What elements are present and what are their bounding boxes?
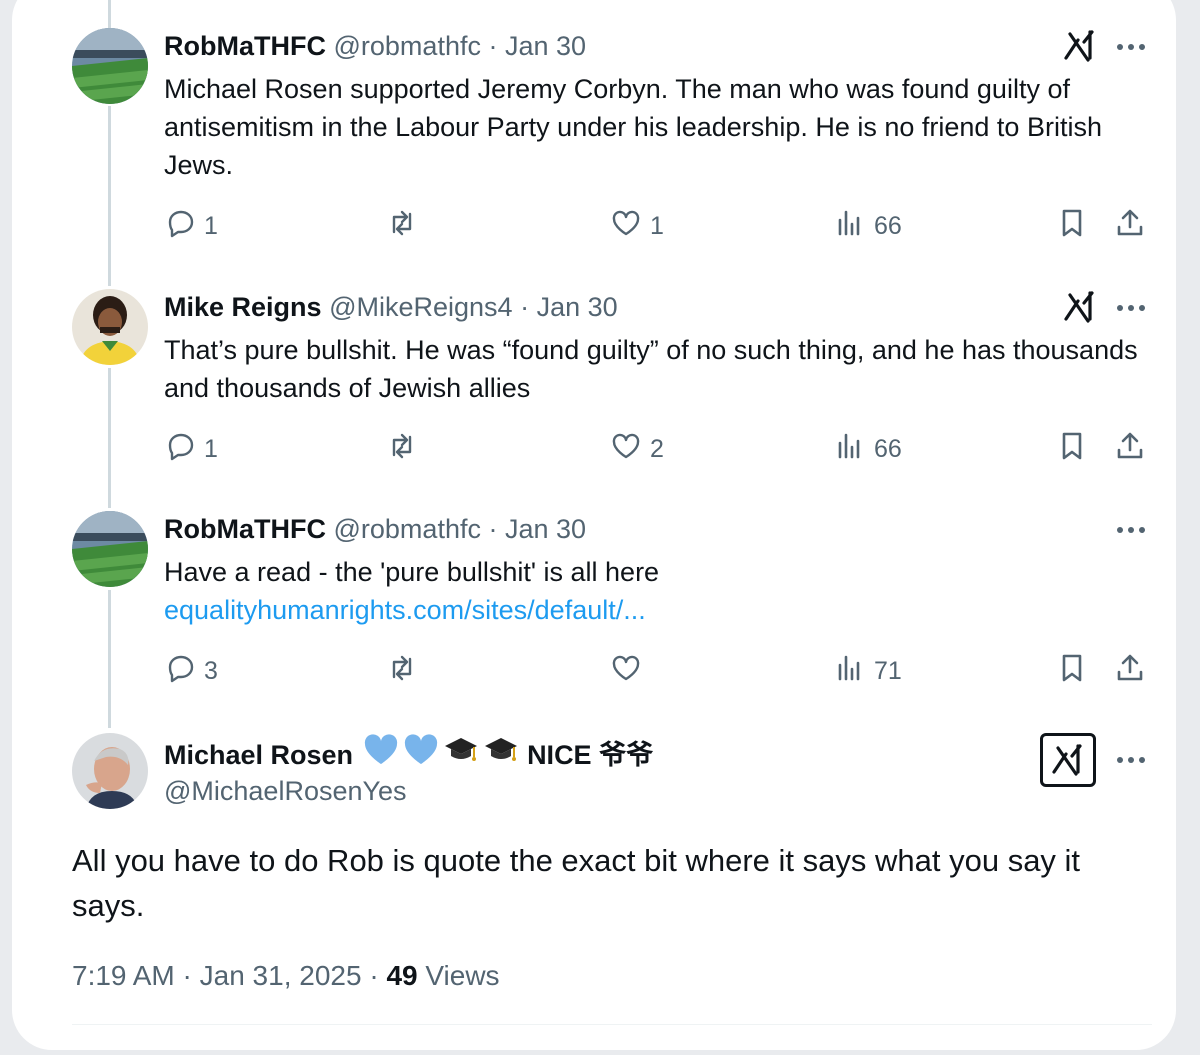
views-button[interactable]: 66	[834, 206, 902, 246]
more-icon[interactable]	[1114, 743, 1148, 777]
views-icon	[834, 430, 866, 469]
view-count: 71	[874, 656, 902, 685]
author-name[interactable]: Michael Rosen	[164, 737, 353, 773]
view-count: 66	[874, 434, 902, 463]
main-tweet-text: All you have to do Rob is quote the exac…	[72, 843, 1081, 923]
share-icon	[1114, 430, 1146, 469]
repost-icon	[386, 207, 418, 246]
tweet-text: That’s pure bullshit. He was “found guil…	[164, 335, 1138, 403]
tweet-time[interactable]: 7:19 AM	[72, 960, 175, 991]
author-handle[interactable]: @MichaelRosenYes	[164, 774, 407, 808]
share-button[interactable]	[1114, 429, 1146, 469]
main-tweet-meta: 7:19 AM · Jan 31, 2025 · 49 Views	[72, 958, 500, 994]
tweet-actions: 3 71	[164, 651, 1154, 691]
grok-icon[interactable]	[1062, 28, 1098, 64]
reply-icon	[164, 430, 196, 469]
author-handle[interactable]: @robmathfc	[334, 514, 481, 544]
share-icon	[1114, 207, 1146, 246]
tweet-header: Mike Reigns @MikeReigns4 · Jan 30	[164, 290, 618, 324]
views-button[interactable]: 66	[834, 429, 902, 469]
repost-button[interactable]	[386, 206, 426, 246]
reply-button[interactable]: 3	[164, 651, 218, 691]
tweet-text: Have a read - the 'pure bullshit' is all…	[164, 553, 1154, 629]
divider	[72, 1024, 1152, 1025]
tweet-actions: 1 1 66	[164, 206, 1154, 246]
author-name[interactable]: RobMaTHFC	[164, 514, 326, 544]
like-icon	[610, 207, 642, 246]
repost-icon	[386, 430, 418, 469]
separator: ·	[520, 292, 530, 322]
tweet-link[interactable]: equalityhumanrights.com/sites/default/..…	[164, 591, 1154, 629]
grok-icon[interactable]	[1040, 733, 1096, 787]
grok-icon[interactable]	[1062, 289, 1098, 325]
separator: ·	[488, 31, 498, 61]
tweet-header: RobMaTHFC @robmathfc · Jan 30	[164, 29, 586, 63]
avatar[interactable]	[72, 28, 148, 104]
thread-connector	[108, 590, 111, 728]
thread-connector	[108, 106, 111, 286]
reply-count: 1	[204, 211, 218, 240]
tweet-date[interactable]: Jan 30	[505, 31, 586, 61]
reply-button[interactable]: 1	[164, 206, 218, 246]
views-count: 49	[386, 960, 418, 991]
views-icon	[834, 207, 866, 246]
author-name-suffix: NICE 爷爷	[527, 739, 654, 770]
bookmark-icon	[1056, 652, 1088, 691]
more-icon[interactable]	[1114, 30, 1148, 64]
repost-icon	[386, 652, 418, 691]
like-button[interactable]	[610, 651, 650, 691]
graduation-cap-icon	[483, 734, 519, 775]
views-button[interactable]: 71	[834, 651, 902, 691]
tweet-actions: 1 2 66	[164, 429, 1154, 469]
blue-heart-icon	[403, 734, 439, 775]
like-count: 1	[650, 211, 664, 240]
more-icon[interactable]	[1114, 513, 1148, 547]
share-button[interactable]	[1114, 206, 1146, 246]
bookmark-button[interactable]	[1056, 429, 1088, 469]
like-button[interactable]: 1	[610, 206, 664, 246]
tweet-date[interactable]: Jan 30	[537, 292, 618, 322]
avatar[interactable]	[72, 511, 148, 587]
author-name[interactable]: RobMaTHFC	[164, 31, 326, 61]
like-icon	[610, 430, 642, 469]
view-count: 66	[874, 211, 902, 240]
tweet-date[interactable]: Jan 31, 2025	[200, 960, 362, 991]
bookmark-icon	[1056, 430, 1088, 469]
share-button[interactable]	[1114, 651, 1146, 691]
reply-icon	[164, 207, 196, 246]
separator: ·	[488, 514, 498, 544]
reply-count: 1	[204, 434, 218, 463]
avatar[interactable]	[72, 289, 148, 365]
avatar[interactable]	[72, 733, 148, 809]
tweet-header: RobMaTHFC @robmathfc · Jan 30	[164, 512, 586, 546]
tweet-date[interactable]: Jan 30	[505, 514, 586, 544]
author-name[interactable]: Mike Reigns	[164, 292, 322, 322]
separator: ·	[369, 960, 379, 991]
reply-button[interactable]: 1	[164, 429, 218, 469]
reply-count: 3	[204, 656, 218, 685]
like-icon	[610, 652, 642, 691]
separator: ·	[182, 960, 192, 991]
reply-icon	[164, 652, 196, 691]
like-button[interactable]: 2	[610, 429, 664, 469]
views-label: Views	[425, 960, 500, 991]
main-author-row: Michael Rosen NICE 爷爷	[164, 734, 653, 775]
tweet-text-content: Have a read - the 'pure bullshit' is all…	[164, 557, 660, 587]
more-icon[interactable]	[1114, 291, 1148, 325]
author-handle[interactable]: @robmathfc	[334, 31, 481, 61]
views-icon	[834, 652, 866, 691]
repost-button[interactable]	[386, 651, 426, 691]
bookmark-button[interactable]	[1056, 651, 1088, 691]
repost-button[interactable]	[386, 429, 426, 469]
thread-connector	[108, 368, 111, 508]
graduation-cap-icon	[443, 734, 479, 775]
bookmark-button[interactable]	[1056, 206, 1088, 246]
blue-heart-icon	[363, 734, 399, 775]
author-handle[interactable]: @MikeReigns4	[329, 292, 512, 322]
tweet-text: Michael Rosen supported Jeremy Corbyn. T…	[164, 74, 1102, 180]
like-count: 2	[650, 434, 664, 463]
share-icon	[1114, 652, 1146, 691]
bookmark-icon	[1056, 207, 1088, 246]
